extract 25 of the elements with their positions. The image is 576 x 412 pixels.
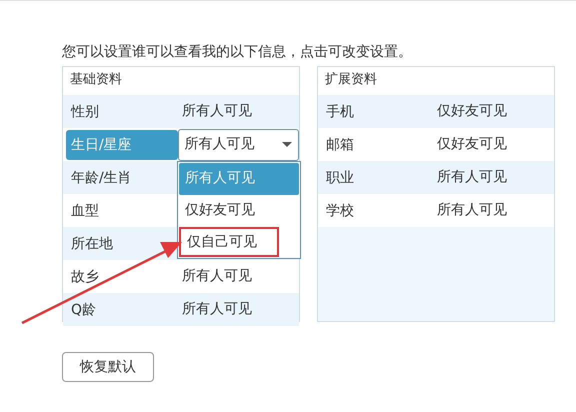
panel-title: 扩展资料 — [318, 67, 554, 95]
caret-icon — [282, 142, 292, 147]
field-label[interactable]: 学校 — [321, 196, 433, 226]
visibility-value[interactable]: 仅好友可见 — [437, 134, 507, 155]
visibility-value[interactable]: 所有人可见 — [182, 299, 252, 320]
dropdown-option[interactable]: 仅好友可见 — [179, 195, 299, 227]
field-label[interactable]: 手机 — [321, 96, 433, 126]
field-label[interactable]: 职业 — [321, 162, 433, 192]
field-label[interactable]: 所在地 — [66, 228, 178, 258]
field-label[interactable]: Q龄 — [66, 294, 178, 324]
field-label[interactable]: 故乡 — [66, 262, 178, 292]
visibility-value[interactable]: 所有人可见 — [437, 167, 507, 188]
visibility-value[interactable]: 仅好友可见 — [437, 101, 507, 122]
visibility-value[interactable]: 所有人可见 — [437, 200, 507, 221]
visibility-dropdown[interactable]: 所有人可见 — [178, 128, 299, 160]
visibility-value[interactable]: 所有人可见 — [182, 266, 252, 287]
instruction-text: 您可以设置谁可以查看我的以下信息，点击可改变设置。 — [62, 43, 413, 62]
dropdown-option[interactable]: 仅自己可见 — [179, 227, 279, 257]
field-label[interactable]: 年龄/生肖 — [66, 162, 178, 192]
field-label[interactable]: 邮箱 — [321, 130, 433, 160]
visibility-value[interactable]: 所有人可见 — [182, 101, 252, 122]
reset-button[interactable]: 恢复默认 — [62, 352, 154, 382]
panel-title: 基础资料 — [63, 67, 299, 95]
field-label[interactable]: 性别 — [66, 96, 178, 126]
field-label[interactable]: 血型 — [66, 196, 178, 226]
